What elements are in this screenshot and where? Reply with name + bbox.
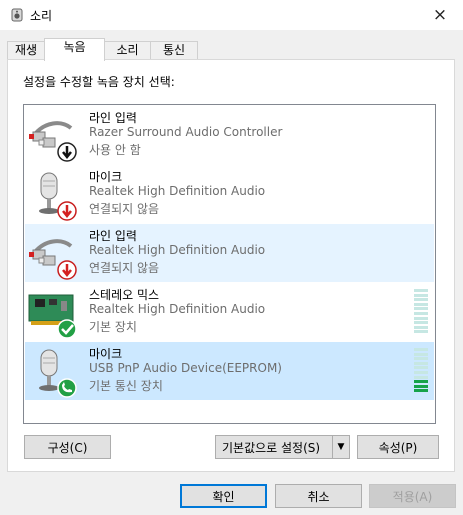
device-description: Realtek High Definition Audio — [89, 302, 266, 316]
level-meter-segment — [414, 307, 428, 311]
set-default-button[interactable]: 기본값으로 설정(S) ▼ — [215, 435, 350, 459]
device-name: 라인 입력 — [89, 111, 137, 125]
ok-button[interactable]: 확인 — [180, 484, 267, 508]
level-meter — [414, 289, 428, 335]
level-meter-segment — [414, 357, 428, 361]
level-meter-segment — [414, 371, 428, 374]
device-status: 연결되지 않음 — [89, 202, 160, 216]
device-item-line-in-realtek[interactable]: 라인 입력 Realtek High Definition Audio 연결되지… — [25, 224, 434, 282]
device-item-mic-usb[interactable]: 마이크 USB PnP Audio Device(EEPROM) 기본 통신 장… — [25, 342, 434, 400]
device-name: 마이크 — [89, 347, 123, 361]
speaker-app-icon — [11, 8, 23, 22]
title-bar: 소리 × — [0, 0, 463, 30]
set-default-dropdown[interactable]: ▼ — [332, 436, 349, 458]
level-meter-segment — [414, 316, 428, 320]
device-name: 라인 입력 — [89, 229, 137, 243]
device-status: 연결되지 않음 — [89, 261, 160, 275]
level-meter-segment — [414, 312, 428, 315]
tab-recording[interactable]: 녹음 — [44, 38, 105, 61]
level-meter-segment — [414, 375, 428, 379]
cancel-button[interactable]: 취소 — [275, 484, 362, 508]
line-in-jack-icon — [29, 121, 77, 162]
level-meter-segment — [414, 366, 428, 370]
apply-button: 적용(A) — [369, 484, 456, 508]
level-meter-segment — [414, 384, 428, 388]
recording-panel: 설정을 수정할 녹음 장치 선택: 라인 입력 Razer Surround A… — [7, 59, 455, 472]
device-description: USB PnP Audio Device(EEPROM) — [89, 361, 282, 375]
tab-playback[interactable]: 재생 — [7, 41, 45, 59]
close-button[interactable]: × — [417, 0, 463, 30]
properties-button[interactable]: 속성(P) — [357, 435, 439, 459]
device-status: 사용 안 함 — [89, 143, 141, 157]
level-meter — [414, 348, 428, 394]
device-description: Realtek High Definition Audio — [89, 184, 266, 198]
device-name: 마이크 — [89, 170, 123, 184]
level-meter-segment — [414, 321, 428, 325]
microphone-icon — [39, 349, 77, 398]
level-meter-segment — [414, 361, 428, 365]
tab-communications[interactable]: 통신 — [150, 41, 198, 59]
microphone-icon — [39, 172, 77, 221]
window-title: 소리 — [30, 9, 53, 23]
device-name: 스테레오 믹스 — [89, 288, 160, 302]
tab-sounds[interactable]: 소리 — [104, 41, 151, 59]
level-meter-segment — [414, 302, 428, 306]
level-meter-segment — [414, 293, 428, 297]
level-meter-segment — [414, 348, 428, 351]
device-item-stereo-mix[interactable]: 스테레오 믹스 Realtek High Definition Audio 기본… — [25, 283, 434, 341]
line-in-jack-icon — [29, 239, 77, 280]
device-item-line-in-razer[interactable]: 라인 입력 Razer Surround Audio Controller 사용… — [25, 106, 434, 164]
device-status: 기본 장치 — [89, 320, 137, 334]
device-item-mic-realtek[interactable]: 마이크 Realtek High Definition Audio 연결되지 않… — [25, 165, 434, 223]
configure-button[interactable]: 구성(C) — [24, 435, 111, 459]
device-description: Razer Surround Audio Controller — [89, 125, 283, 139]
level-meter-segment — [414, 389, 428, 393]
level-meter-segment — [414, 298, 428, 302]
level-meter-segment — [414, 352, 428, 356]
level-meter-segment — [414, 325, 428, 329]
select-device-prompt: 설정을 수정할 녹음 장치 선택: — [23, 75, 175, 89]
sound-card-icon — [28, 294, 77, 339]
close-icon: × — [432, 5, 448, 25]
recording-device-list[interactable]: 라인 입력 Razer Surround Audio Controller 사용… — [23, 104, 436, 424]
level-meter-segment — [414, 330, 428, 334]
chevron-down-icon: ▼ — [337, 442, 345, 452]
device-description: Realtek High Definition Audio — [89, 243, 266, 257]
device-status: 기본 통신 장치 — [89, 379, 163, 393]
level-meter-segment — [414, 289, 428, 292]
level-meter-segment — [414, 380, 428, 384]
